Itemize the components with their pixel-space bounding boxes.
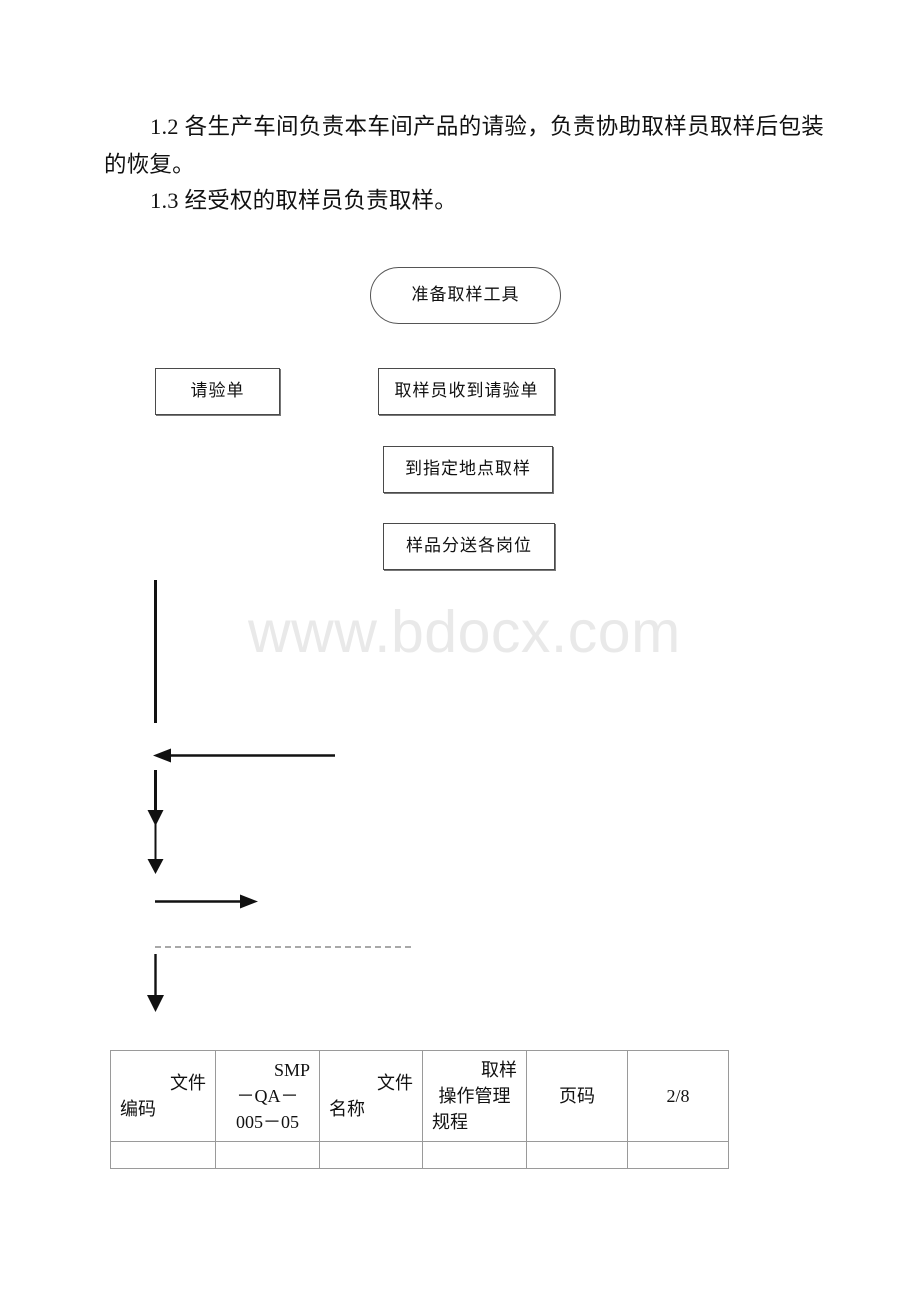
table-row: 文件 编码 SMP －QA－ 005－05 文件 名称 取样 操作管理 规程 页… [110,1050,729,1142]
flow-connector-arrow-down-1 [147,770,164,826]
table-cell-doc-code-label: 文件 编码 [110,1050,216,1142]
cell-line: 005－05 [236,1112,299,1132]
table-row [110,1141,729,1169]
cell-line: SMP [273,1060,310,1080]
cell-line: 规程 [432,1112,468,1132]
cell-line: 取样 [481,1060,517,1080]
cell-line: 操作管理 [438,1086,511,1106]
flow-connector-arrow-down-3 [147,954,164,1012]
cell-line: 2/8 [666,1086,690,1106]
cell-line: 编码 [120,1099,156,1119]
table-cell-blank-6 [627,1141,729,1169]
flow-node-label: 准备取样工具 [411,285,520,305]
document-page: 1.2 各生产车间负责本车间产品的请验，负责协助取样员取样后包装的恢复。 1.3… [0,0,920,1302]
table-cell-blank-2 [215,1141,320,1169]
flow-node-go-sample: 到指定地点取样 [383,446,553,493]
cell-line: 名称 [329,1099,365,1119]
flow-node-label: 取样员收到请验单 [394,381,539,401]
table-cell-blank-1 [110,1141,216,1169]
flow-connector-dashed-divider [155,946,411,948]
table-cell-doc-code-value: SMP －QA－ 005－05 [215,1050,320,1142]
flow-connector-arrow-down-2 [147,824,164,874]
table-cell-doc-name-label: 文件 名称 [319,1050,423,1142]
table-cell-page-value: 2/8 [627,1050,729,1142]
cell-line: 文件 [377,1073,413,1093]
table-cell-blank-5 [526,1141,628,1169]
footer-table: 文件 编码 SMP －QA－ 005－05 文件 名称 取样 操作管理 规程 页… [110,1050,729,1169]
flow-node-label: 样品分送各岗位 [406,536,532,556]
flow-node-receive-form: 取样员收到请验单 [378,368,555,415]
table-cell-blank-4 [422,1141,527,1169]
cell-line: 文件 [170,1073,206,1093]
cell-line: －QA－ [236,1086,299,1106]
cell-line: 页码 [559,1086,595,1106]
flow-connector-arrow-right [155,894,258,909]
flow-node-label: 请验单 [190,381,245,401]
flow-node-distribute: 样品分送各岗位 [383,523,555,570]
table-cell-doc-name-value: 取样 操作管理 规程 [422,1050,527,1142]
table-cell-blank-3 [319,1141,423,1169]
flow-node-request-form: 请验单 [155,368,280,415]
flow-node-label: 到指定地点取样 [405,459,531,479]
flow-node-prepare-tools: 准备取样工具 [370,267,561,324]
table-cell-page-label: 页码 [526,1050,628,1142]
flow-connector-trunk-line [154,580,157,723]
flow-connector-arrow-left [153,748,335,763]
